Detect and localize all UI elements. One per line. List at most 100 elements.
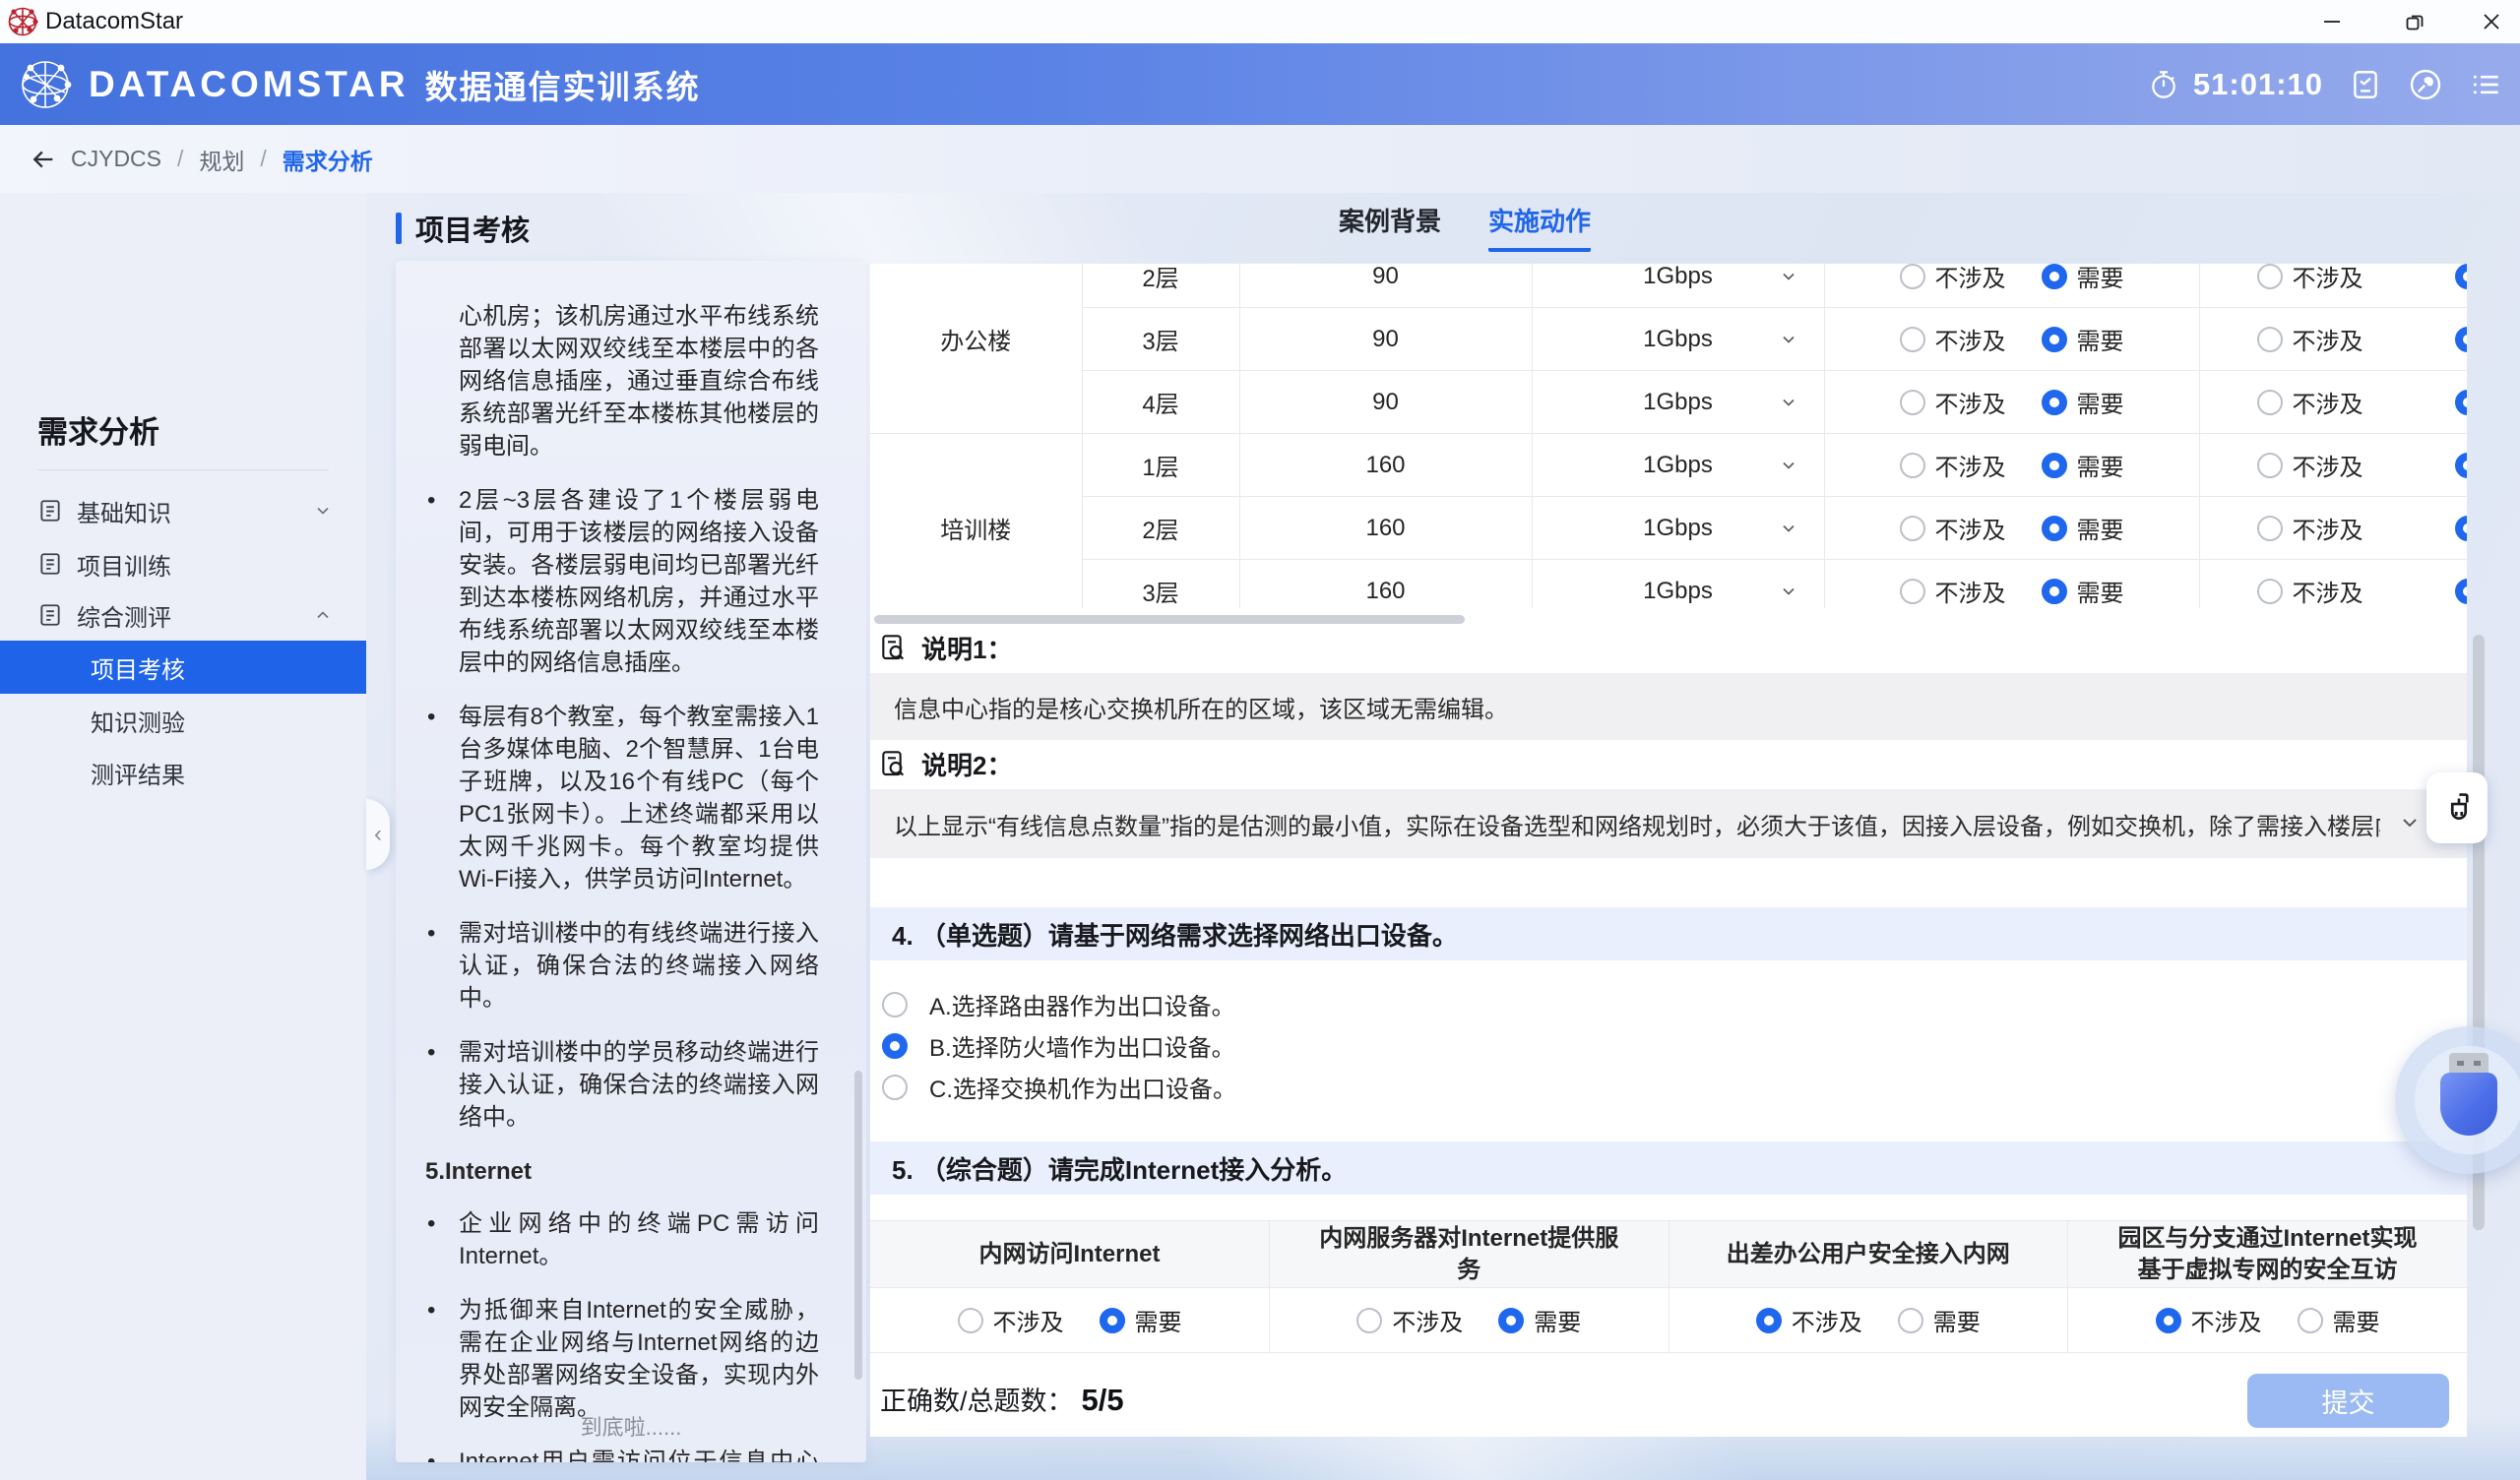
radio-option-na[interactable]: 不涉及 xyxy=(2257,511,2363,545)
radio-cell: 不涉及 xyxy=(2199,497,2467,560)
score-summary: 正确数/总题数： 5/5 xyxy=(880,1380,1124,1418)
radio-cell: 不涉及 需要 xyxy=(870,1288,1270,1353)
minimize-button[interactable] xyxy=(2303,0,2361,43)
clean-brush-button[interactable] xyxy=(2426,772,2488,843)
sidebar-item-label: 综合测评 xyxy=(77,598,171,633)
title-bar: DatacomStar xyxy=(0,0,2520,43)
sidebar-item-basics[interactable]: 基础知识 xyxy=(0,484,366,537)
sidebar-item-project-exam[interactable]: 项目考核 xyxy=(0,641,366,694)
expand-chevron-icon[interactable] xyxy=(2398,811,2422,834)
radio-option-na[interactable]: 不涉及 xyxy=(1900,511,2006,545)
bandwidth-select[interactable]: 1Gbps xyxy=(1532,371,1824,434)
question4-option-b[interactable]: B.选择防火墙作为出口设备。 xyxy=(882,1028,1235,1063)
radio-option-need[interactable]: 需要 xyxy=(1498,1303,1581,1337)
back-arrow-icon[interactable] xyxy=(30,146,57,173)
radio-option-na[interactable]: 不涉及 xyxy=(1900,385,2006,419)
sidebar-item-training[interactable]: 项目训练 xyxy=(0,537,366,590)
table-horizontal-scrollbar[interactable] xyxy=(874,615,1465,624)
radio-option-need[interactable]: 需要 xyxy=(2042,322,2124,356)
score-label: 正确数/总题数： xyxy=(880,1380,1074,1418)
radio-option-na[interactable]: 不涉及 xyxy=(2257,385,2363,419)
radio-cell: 不涉及 xyxy=(2199,560,2467,609)
brand-logo-icon xyxy=(18,57,73,112)
option-label: B.选择防火墙作为出口设备。 xyxy=(929,1028,1235,1063)
divider xyxy=(37,469,329,470)
close-button[interactable] xyxy=(2463,0,2520,43)
radio-option-na[interactable]: 不涉及 xyxy=(2257,448,2363,482)
usb-connector-icon xyxy=(2449,1053,2488,1075)
radio-icon xyxy=(2257,327,2283,352)
radio-cell: 不涉及 需要 xyxy=(2068,1288,2468,1353)
breadcrumb-current: 需求分析 xyxy=(283,143,373,176)
bandwidth-select[interactable]: 1Gbps xyxy=(1532,434,1824,497)
question5-header: 5. （综合题）请完成Internet接入分析。 xyxy=(870,1141,2467,1195)
radio-option-na[interactable]: 不涉及 xyxy=(1756,1303,1862,1337)
sidebar-item-knowledge-quiz[interactable]: 知识测验 xyxy=(0,694,366,747)
radio-option-need[interactable]: 需要 xyxy=(2042,448,2124,482)
breadcrumb-root[interactable]: CJYDCS xyxy=(71,146,161,172)
case-panel-scrollbar[interactable] xyxy=(854,1071,862,1380)
bandwidth-select[interactable]: 1Gbps xyxy=(1532,264,1824,308)
breadcrumb-level1[interactable]: 规划 xyxy=(199,143,244,176)
submit-button[interactable]: 提交 xyxy=(2247,1374,2449,1428)
radio-option-na[interactable]: 不涉及 xyxy=(2257,322,2363,356)
radio-option-need[interactable]: 需要 xyxy=(2042,511,2124,545)
bandwidth-select[interactable]: 1Gbps xyxy=(1532,308,1824,371)
wrench-icon[interactable] xyxy=(2408,67,2443,102)
radio-option-na[interactable]: 不涉及 xyxy=(2156,1303,2262,1337)
floor-cell: 2层 xyxy=(1082,264,1239,308)
breadcrumb-separator: / xyxy=(177,146,183,172)
sidebar-item-eval-results[interactable]: 测评结果 xyxy=(0,746,366,799)
radio-option-need[interactable]: 需要 xyxy=(2042,574,2124,608)
title-accent-bar xyxy=(396,213,402,244)
view-tabs: 案例背景 实施动作 xyxy=(1339,202,1591,252)
radio-icon xyxy=(2257,579,2283,604)
chevron-up-icon xyxy=(313,605,333,625)
sidebar: 需求分析 基础知识 项目训练 综合测评 xyxy=(0,193,366,1480)
menu-icon[interactable] xyxy=(2469,68,2502,101)
brand: DATACOMSTAR 数据通信实训系统 xyxy=(18,57,701,112)
radio-option-need[interactable]: 需要 xyxy=(1898,1303,1981,1337)
floor-cell: 3层 xyxy=(1082,308,1239,371)
chevron-down-icon xyxy=(1779,330,1798,349)
radio-icon xyxy=(2042,390,2067,415)
radio-option-na[interactable]: 不涉及 xyxy=(1900,322,2006,356)
radio-icon xyxy=(1900,264,1925,289)
case-paragraph: 每层有8个教室，每个教室需接入1台多媒体电脑、2个智慧屏、1台电子班牌，以及16… xyxy=(425,701,819,895)
sidebar-item-evaluation[interactable]: 综合测评 xyxy=(0,588,366,642)
document-icon xyxy=(37,602,63,628)
radio-icon xyxy=(2042,264,2067,289)
radio-option-na[interactable]: 不涉及 xyxy=(2257,574,2363,608)
column-header: 内网访问Internet xyxy=(870,1221,1270,1288)
radio-option-need[interactable]: 需要 xyxy=(2042,385,2124,419)
case-description-panel: 心机房；该机房通过水平布线系统部署以太网双绞线至本楼层中的各网络信息插座，通过垂… xyxy=(396,261,866,1462)
score-value: 5/5 xyxy=(1082,1383,1124,1418)
floor-cell: 2层 xyxy=(1082,497,1239,560)
radio-icon xyxy=(882,992,908,1018)
radio-option-na[interactable]: 不涉及 xyxy=(1900,264,2006,293)
note2-header: 说明2： xyxy=(878,746,1012,782)
radio-option-na[interactable]: 不涉及 xyxy=(1356,1303,1463,1337)
report-icon[interactable] xyxy=(2349,68,2382,101)
usb-body-icon xyxy=(2440,1073,2497,1136)
restore-button[interactable] xyxy=(2386,0,2443,43)
column-header: 园区与分支通过Internet实现基于虚拟专网的安全互访 xyxy=(2068,1221,2468,1288)
question4-option-c[interactable]: C.选择交换机作为出口设备。 xyxy=(882,1070,1236,1104)
radio-option-na[interactable]: 不涉及 xyxy=(1900,574,2006,608)
radio-option-na[interactable]: 不涉及 xyxy=(958,1303,1064,1337)
question4-option-a[interactable]: A.选择路由器作为出口设备。 xyxy=(882,987,1235,1021)
radio-option-need[interactable]: 需要 xyxy=(2298,1303,2380,1337)
radio-option-na[interactable]: 不涉及 xyxy=(2257,264,2363,293)
tab-case-background[interactable]: 案例背景 xyxy=(1339,202,1441,252)
window-title: DatacomStar xyxy=(45,8,183,35)
points-cell: 90 xyxy=(1239,264,1532,308)
bandwidth-select[interactable]: 1Gbps xyxy=(1532,497,1824,560)
radio-option-need[interactable]: 需要 xyxy=(1100,1303,1182,1337)
points-cell: 160 xyxy=(1239,434,1532,497)
question5-title: 5. （综合题）请完成Internet接入分析。 xyxy=(892,1150,1347,1187)
tab-implementation-actions[interactable]: 实施动作 xyxy=(1488,202,1591,252)
radio-option-na[interactable]: 不涉及 xyxy=(1900,448,2006,482)
bandwidth-select[interactable]: 1Gbps xyxy=(1532,560,1824,609)
radio-option-need[interactable]: 需要 xyxy=(2042,264,2124,293)
case-section-heading: 5.Internet xyxy=(425,1155,819,1188)
